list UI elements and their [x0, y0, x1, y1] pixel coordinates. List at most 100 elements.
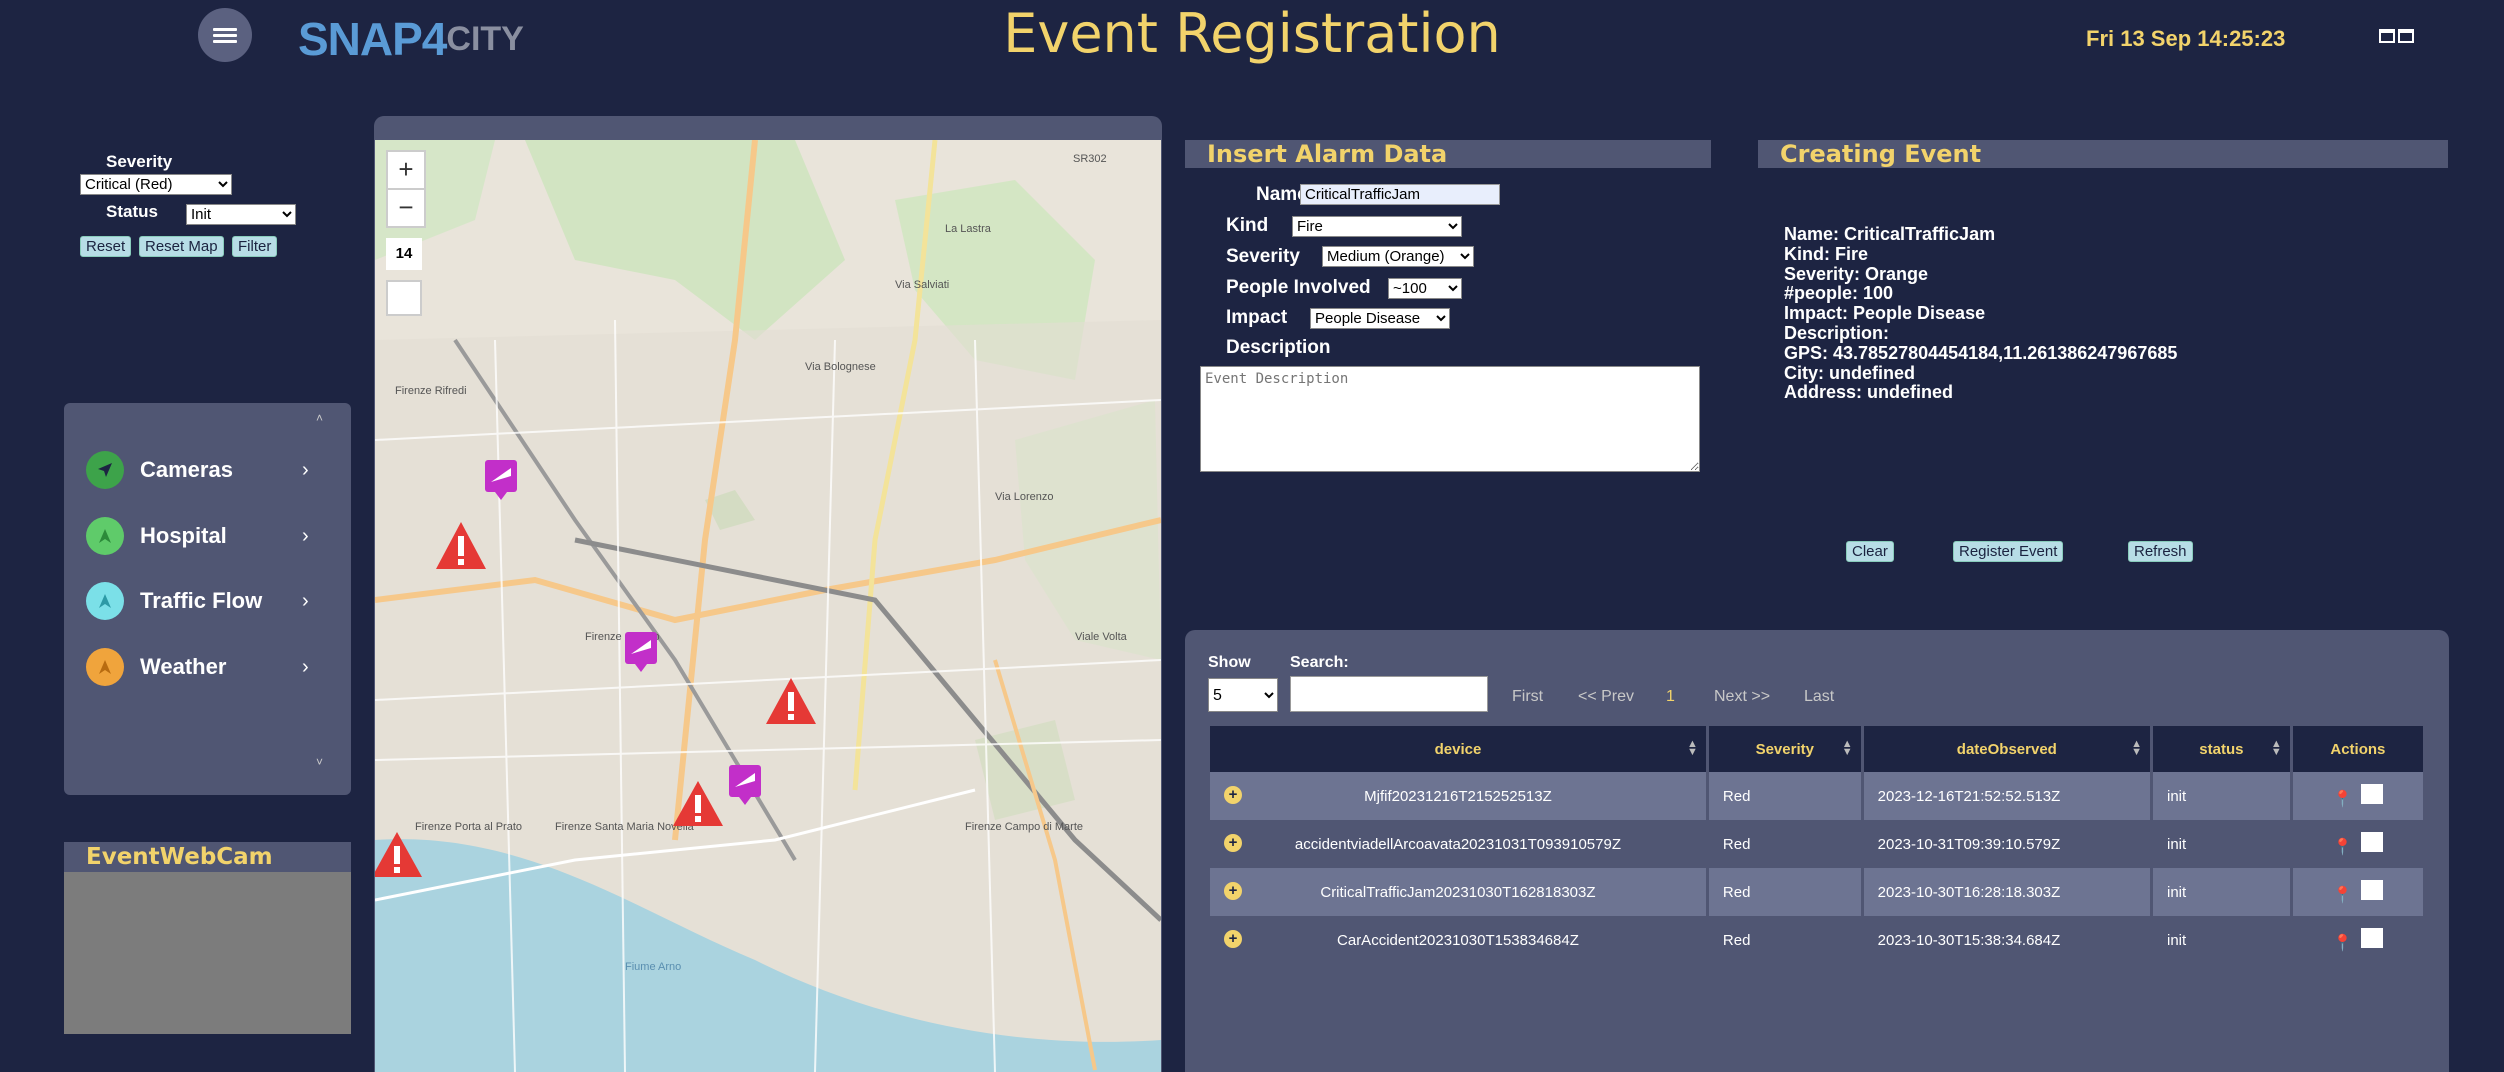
category-cameras[interactable]: Cameras ›: [86, 447, 336, 493]
device-cell: + accidentviadellArcoavata20231031T093910…: [1210, 820, 1709, 868]
table-row: + accidentviadellArcoavata20231031T093910…: [1210, 820, 2427, 868]
clear-button[interactable]: Clear: [1846, 541, 1894, 562]
map-label: Viale Volta: [1075, 631, 1128, 643]
status-filter-label: Status: [106, 202, 158, 221]
date-cell: 2023-10-31T09:39:10.579Z: [1862, 820, 2153, 868]
scroll-down-icon[interactable]: ˅: [316, 755, 323, 769]
window-icon[interactable]: [2378, 26, 2416, 46]
severity-select[interactable]: Medium (Orange): [1322, 246, 1474, 267]
device-cell: + CarAccident20231030T153834684Z: [1210, 916, 1709, 964]
map-label: Firenze Rifredi: [395, 385, 467, 397]
map-layer-button[interactable]: [386, 280, 422, 316]
pager-prev[interactable]: << Prev: [1578, 688, 1634, 706]
summary-line: Name: CriticalTrafficJam: [1784, 224, 1996, 244]
pager-page-1[interactable]: 1: [1666, 688, 1675, 706]
location-pin-icon[interactable]: 📍: [2333, 887, 2353, 904]
map-label: SR302: [1073, 153, 1107, 165]
camera-marker-icon: [86, 451, 124, 489]
category-label: Cameras: [140, 457, 233, 482]
actions-cell: 📍: [2291, 820, 2427, 868]
camera-icon[interactable]: [2361, 879, 2384, 900]
kind-select[interactable]: Fire: [1292, 216, 1462, 237]
location-pin-icon[interactable]: 📍: [2333, 839, 2353, 856]
actions-cell: 📍: [2291, 772, 2427, 820]
expand-row-icon[interactable]: +: [1224, 930, 1242, 948]
status-filter-select[interactable]: Init: [186, 204, 296, 225]
category-weather[interactable]: Weather ›: [86, 644, 336, 690]
sort-icon: ▲ ▼: [1687, 738, 1698, 758]
refresh-button[interactable]: Refresh: [2128, 541, 2193, 562]
filter-button[interactable]: Filter: [232, 236, 278, 257]
location-pin-icon[interactable]: 📍: [2333, 791, 2353, 808]
pager-last[interactable]: Last: [1804, 688, 1834, 706]
impact-select[interactable]: People Disease: [1310, 308, 1450, 329]
kind-label: Kind: [1226, 215, 1269, 236]
pager-next[interactable]: Next >>: [1714, 688, 1770, 706]
expand-row-icon[interactable]: +: [1224, 786, 1242, 804]
table-row: + CriticalTrafficJam20231030T162818303Z R…: [1210, 868, 2427, 916]
impact-label: Impact: [1226, 307, 1288, 328]
camera-icon[interactable]: [2361, 783, 2384, 804]
category-hospital[interactable]: Hospital ›: [86, 513, 336, 559]
show-entries-select[interactable]: 5: [1208, 678, 1278, 712]
register-event-button[interactable]: Register Event: [1953, 541, 2064, 562]
summary-line: Kind: Fire: [1784, 243, 1868, 264]
category-panel: ˄ Cameras › Hospital › Traffic Flow › We…: [64, 403, 351, 795]
description-label: Description: [1226, 337, 1331, 358]
search-input[interactable]: [1290, 676, 1488, 712]
event-summary: Name: CriticalTrafficJam Kind: Fire Seve…: [1784, 224, 2404, 403]
map-label: Fiume Arno: [625, 961, 681, 973]
status-cell: init: [2151, 772, 2293, 820]
chevron-right-icon: ›: [302, 524, 309, 547]
reset-map-button[interactable]: Reset Map: [139, 236, 224, 257]
summary-line: Address: undefined: [1784, 382, 1954, 403]
events-table: device ▲ ▼ Severity ▲ ▼ dateObserved ▲ ▼ statu…: [1210, 726, 2427, 964]
search-label: Search:: [1290, 654, 1349, 671]
table-row: + CarAccident20231030T153834684Z Red 2023…: [1210, 916, 2427, 964]
expand-row-icon[interactable]: +: [1224, 882, 1242, 900]
camera-icon[interactable]: [2361, 831, 2384, 852]
hospital-marker-icon: [86, 517, 124, 555]
camera-icon[interactable]: [2361, 927, 2384, 948]
summary-line: Impact: People Disease: [1784, 303, 1986, 324]
actions-cell: 📍: [2291, 916, 2427, 964]
reset-button[interactable]: Reset: [80, 236, 132, 257]
column-severity[interactable]: Severity ▲ ▼: [1707, 726, 1864, 772]
zoom-out-button[interactable]: −: [386, 188, 426, 228]
category-label: Weather: [140, 654, 227, 679]
map-label: Firenze Campo di Marte: [965, 821, 1083, 833]
zoom-in-button[interactable]: +: [386, 150, 426, 190]
sort-desc-icon: ▲ ▼: [2131, 738, 2142, 758]
scroll-up-icon[interactable]: ˄: [316, 411, 323, 425]
map-canvas: SR302 La Lastra Via Salviati Via Bologne…: [375, 140, 1161, 1072]
show-label: Show: [1208, 654, 1251, 671]
zoom-level: 14: [386, 238, 422, 270]
expand-row-icon[interactable]: +: [1224, 834, 1242, 852]
column-device[interactable]: device ▲ ▼: [1210, 726, 1709, 772]
severity-cell: Red: [1707, 820, 1864, 868]
map-label: Via Bolognese: [805, 361, 876, 373]
chevron-right-icon: ›: [302, 589, 309, 612]
column-date-observed[interactable]: dateObserved ▲ ▼: [1862, 726, 2153, 772]
people-involved-label: People Involved: [1226, 277, 1371, 298]
name-input[interactable]: [1300, 184, 1500, 205]
date-cell: 2023-12-16T21:52:52.513Z: [1862, 772, 2153, 820]
severity-cell: Red: [1707, 916, 1864, 964]
description-textarea[interactable]: [1200, 366, 1700, 472]
location-pin-icon[interactable]: 📍: [2333, 935, 2353, 952]
severity-cell: Red: [1707, 868, 1864, 916]
severity-filter-select[interactable]: Critical (Red): [80, 174, 232, 195]
map-label: Via Salviati: [895, 279, 949, 291]
category-traffic-flow[interactable]: Traffic Flow ›: [86, 578, 336, 624]
sort-icon: ▲ ▼: [1841, 738, 1853, 758]
column-status[interactable]: status ▲ ▼: [2151, 726, 2293, 772]
pager-first[interactable]: First: [1512, 688, 1543, 706]
map[interactable]: SR302 La Lastra Via Salviati Via Bologne…: [375, 140, 1161, 1072]
actions-cell: 📍: [2291, 868, 2427, 916]
people-involved-select[interactable]: ~100: [1388, 278, 1462, 299]
map-label: Firenze Santa Maria Novella: [555, 821, 695, 833]
chevron-right-icon: ›: [302, 655, 309, 678]
creating-event-header: Creating Event: [1758, 140, 2448, 168]
device-cell: + Mjfif20231216T215252513Z: [1210, 772, 1709, 820]
webcam-header: EventWebCam: [64, 842, 351, 872]
